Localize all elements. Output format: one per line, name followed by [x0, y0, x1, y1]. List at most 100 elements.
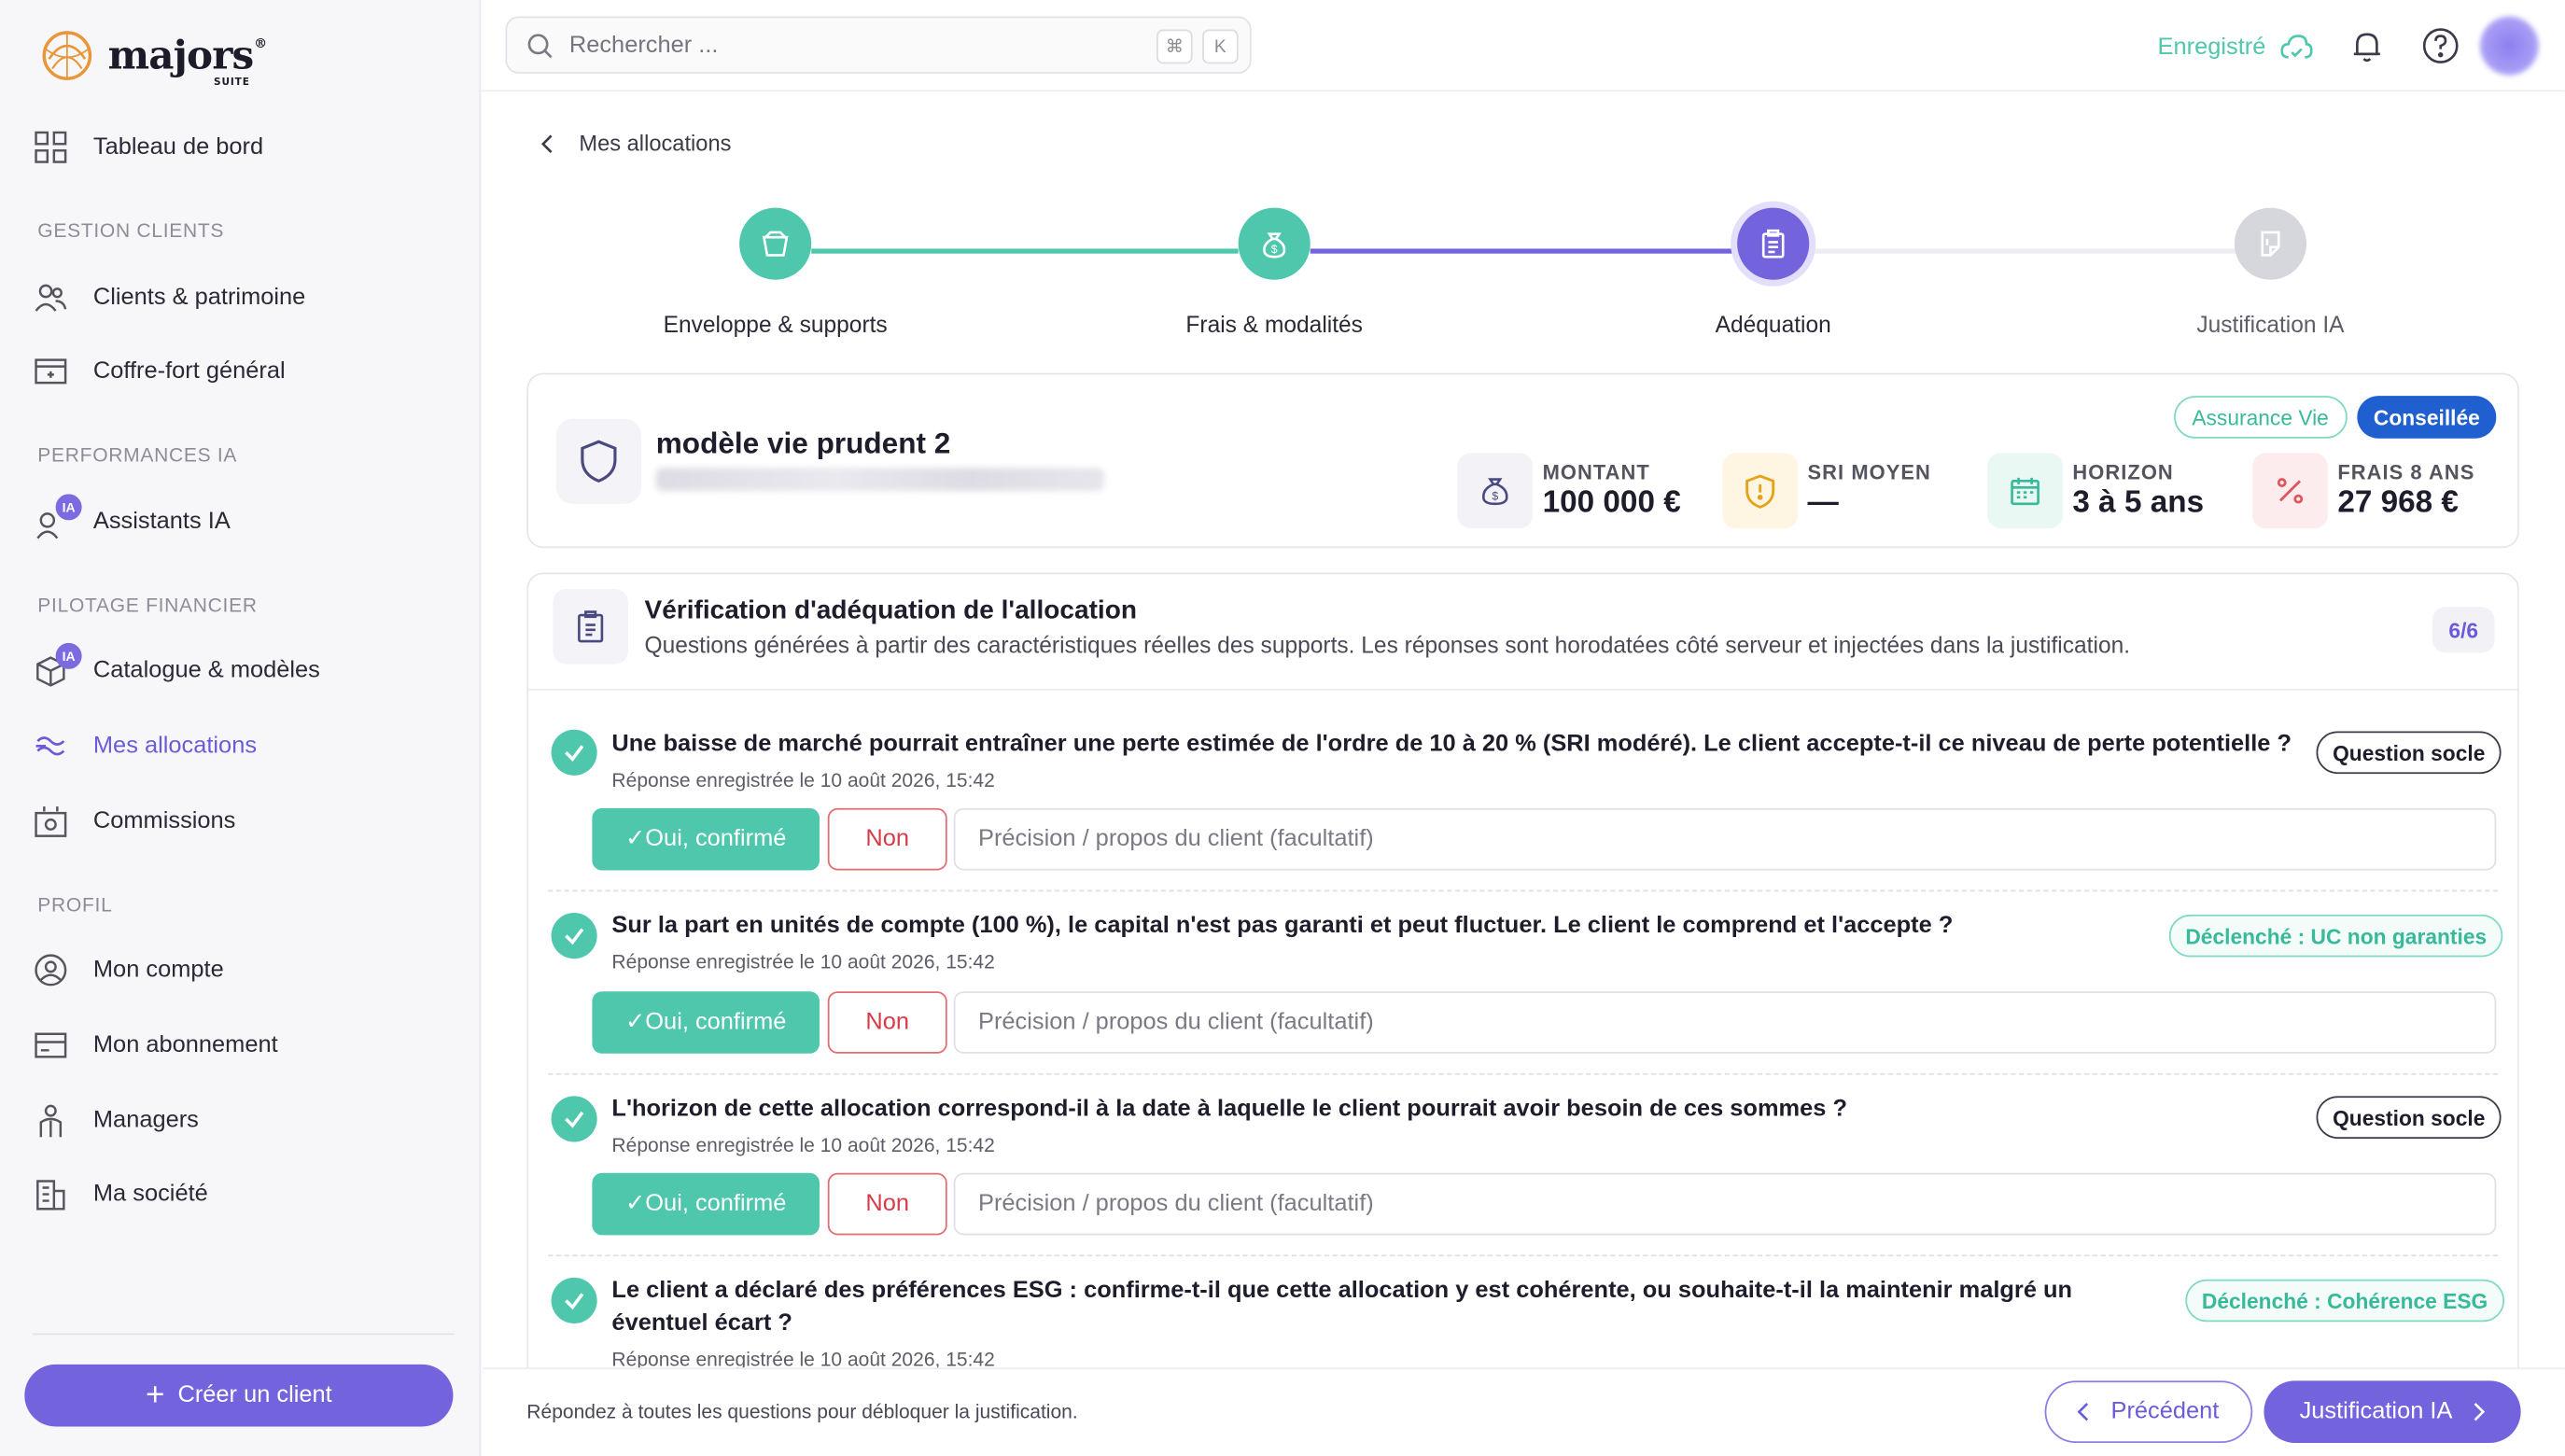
- commission-icon: [35, 806, 67, 837]
- previous-button[interactable]: Précédent: [2044, 1380, 2253, 1443]
- question-1-yes-button[interactable]: ✓Oui, confirmé: [592, 807, 820, 871]
- question-2-yes-button[interactable]: ✓Oui, confirmé: [592, 991, 820, 1054]
- logo-mark-icon: [42, 31, 92, 80]
- step-4-label[interactable]: Justification IA: [2091, 311, 2451, 337]
- sidebar-item-clients[interactable]: Clients & patrimoine: [33, 280, 305, 316]
- stat-amount-icon-wrap: $: [1457, 453, 1534, 529]
- section-label-perf: PERFORMANCES IA: [37, 443, 238, 467]
- step-2-label[interactable]: Frais & modalités: [1094, 311, 1454, 337]
- assistant-icon-wrap: IA: [33, 494, 82, 540]
- chevron-left-icon: [2078, 1402, 2089, 1421]
- question-1-no-button[interactable]: Non: [827, 807, 947, 871]
- question-3-no-button[interactable]: Non: [827, 1172, 947, 1236]
- check-icon: [565, 1293, 584, 1310]
- question-1-tag: Question socle: [2316, 731, 2502, 775]
- sidebar-item-label: Clients & patrimoine: [92, 284, 306, 312]
- question-2-no-button[interactable]: Non: [827, 991, 947, 1054]
- breadcrumb-label: Mes allocations: [579, 131, 732, 156]
- stat-amount-value: 100 000 €: [1542, 485, 1681, 521]
- stat-sri-label: SRI MOYEN: [1807, 461, 1931, 484]
- allocations-icon: [35, 736, 65, 756]
- model-subtitle-blurred: [655, 468, 1104, 491]
- question-3-precision-input[interactable]: Précision / propos du client (facultatif…: [953, 1172, 2497, 1236]
- step-4-circle[interactable]: [2234, 207, 2307, 280]
- sidebar-item-label: Mon compte: [92, 957, 224, 984]
- building-icon: [36, 1180, 65, 1211]
- users-icon: [35, 284, 67, 312]
- stat-horizon-label: HORIZON: [2072, 461, 2174, 484]
- step-1-circle[interactable]: [739, 207, 812, 280]
- section-label-clients: GESTION CLIENTS: [37, 218, 225, 243]
- create-client-button[interactable]: + Créer un client: [24, 1364, 454, 1427]
- sidebar-item-managers[interactable]: Managers: [33, 1102, 199, 1139]
- shield-alert-icon: [1745, 474, 1775, 509]
- question-1-text: Une baisse de marché pourrait entraîner …: [611, 731, 2292, 758]
- logo[interactable]: majors ® SUITE: [39, 23, 267, 88]
- verification-separator: [528, 688, 2518, 691]
- question-1-precision-input[interactable]: Précision / propos du client (facultatif…: [953, 807, 2497, 871]
- question-separator: [548, 889, 2499, 892]
- step-1-label[interactable]: Enveloppe & supports: [596, 311, 956, 337]
- chevron-right-icon: [2474, 1402, 2486, 1421]
- question-3-yes-button[interactable]: ✓Oui, confirmé: [592, 1172, 820, 1236]
- ia-badge: IA: [55, 642, 82, 669]
- sidebar-item-subscription[interactable]: Mon abonnement: [33, 1028, 278, 1064]
- question-3-tag: Question socle: [2316, 1096, 2502, 1139]
- question-2-tag: Déclenché : UC non garanties: [2168, 914, 2503, 958]
- kbd-cmd: ⌘: [1156, 29, 1193, 64]
- sidebar-item-dashboard[interactable]: Tableau de bord: [33, 129, 263, 165]
- step-2-circle[interactable]: $: [1238, 207, 1311, 280]
- sidebar-item-company[interactable]: Ma société: [33, 1176, 208, 1212]
- cloud-check-icon: [2280, 35, 2313, 59]
- next-justification-button[interactable]: Justification IA: [2264, 1380, 2521, 1443]
- sidebar-item-vault[interactable]: Coffre-fort général: [33, 354, 286, 390]
- saved-label: Enregistré: [2157, 34, 2266, 61]
- bell-icon[interactable]: [2348, 26, 2387, 65]
- section-label-pilotage: PILOTAGE FINANCIER: [37, 594, 258, 617]
- grid-icon: [35, 131, 67, 163]
- tag-status: Conseillée: [2357, 396, 2497, 439]
- sidebar-item-commissions[interactable]: Commissions: [33, 804, 235, 840]
- stat-fees-value: 27 968 €: [2337, 485, 2459, 521]
- check-icon: [565, 745, 584, 762]
- basket-icon: [762, 231, 789, 257]
- question-2-text: Sur la part en unités de compte (100 %),…: [611, 913, 1954, 940]
- saved-status: Enregistré: [2158, 30, 2315, 66]
- topbar: Rechercher ... ⌘ K Enregistré: [481, 0, 2565, 92]
- percent-icon: [2277, 478, 2304, 504]
- sidebar-item-allocations[interactable]: Mes allocations: [33, 728, 257, 764]
- model-shield-wrap: [555, 418, 641, 504]
- calendar-icon: [2011, 477, 2039, 506]
- verification-description: Questions générées à partir des caractér…: [644, 631, 2131, 658]
- step-3-circle[interactable]: [1737, 207, 1810, 280]
- avatar[interactable]: [2479, 16, 2539, 76]
- search-input[interactable]: Rechercher ... ⌘ K: [505, 16, 1252, 74]
- step-3-label[interactable]: Adéquation: [1593, 311, 1954, 337]
- question-4-text: Le client a déclaré des préférences ESG …: [611, 1277, 2073, 1337]
- breadcrumb-back[interactable]: Mes allocations: [540, 131, 732, 156]
- stat-fees-label: FRAIS 8 ANS: [2337, 461, 2475, 484]
- help-icon[interactable]: [2421, 26, 2460, 65]
- stepper-line-1: [811, 248, 1239, 254]
- sidebar-item-assistants[interactable]: IA Assistants IA: [33, 494, 231, 540]
- sidebar: majors ® SUITE Tableau de bord GESTION CL…: [0, 0, 482, 1456]
- footer-hint: Répondez à toutes les questions pour déb…: [526, 1400, 1078, 1423]
- money-bag-icon: $: [1481, 478, 1508, 506]
- vault-icon: [35, 358, 67, 385]
- stepper-line-3: [1809, 248, 2236, 254]
- sidebar-item-account[interactable]: Mon compte: [33, 952, 224, 988]
- svg-text:$: $: [1492, 489, 1498, 502]
- app-window: majors ® SUITE Tableau de bord GESTION CL…: [0, 0, 2565, 1456]
- sidebar-item-label: Coffre-fort général: [92, 357, 286, 385]
- sidebar-item-label: Catalogue & modèles: [92, 657, 320, 684]
- sidebar-item-label: Mon abonnement: [92, 1032, 278, 1059]
- question-separator: [548, 1072, 2499, 1075]
- question-4-tag: Déclenché : Cohérence ESG: [2185, 1279, 2504, 1323]
- question-1-meta: Réponse enregistrée le 10 août 2026, 15:…: [611, 768, 995, 792]
- document-icon: [2261, 231, 2280, 257]
- question-2-precision-input[interactable]: Précision / propos du client (facultatif…: [953, 991, 2497, 1054]
- sidebar-item-label: Managers: [92, 1107, 199, 1134]
- stat-fees-icon-wrap: [2252, 453, 2328, 529]
- tag-product: Assurance Vie: [2174, 396, 2348, 439]
- sidebar-item-catalog[interactable]: IA Catalogue & modèles: [33, 642, 320, 689]
